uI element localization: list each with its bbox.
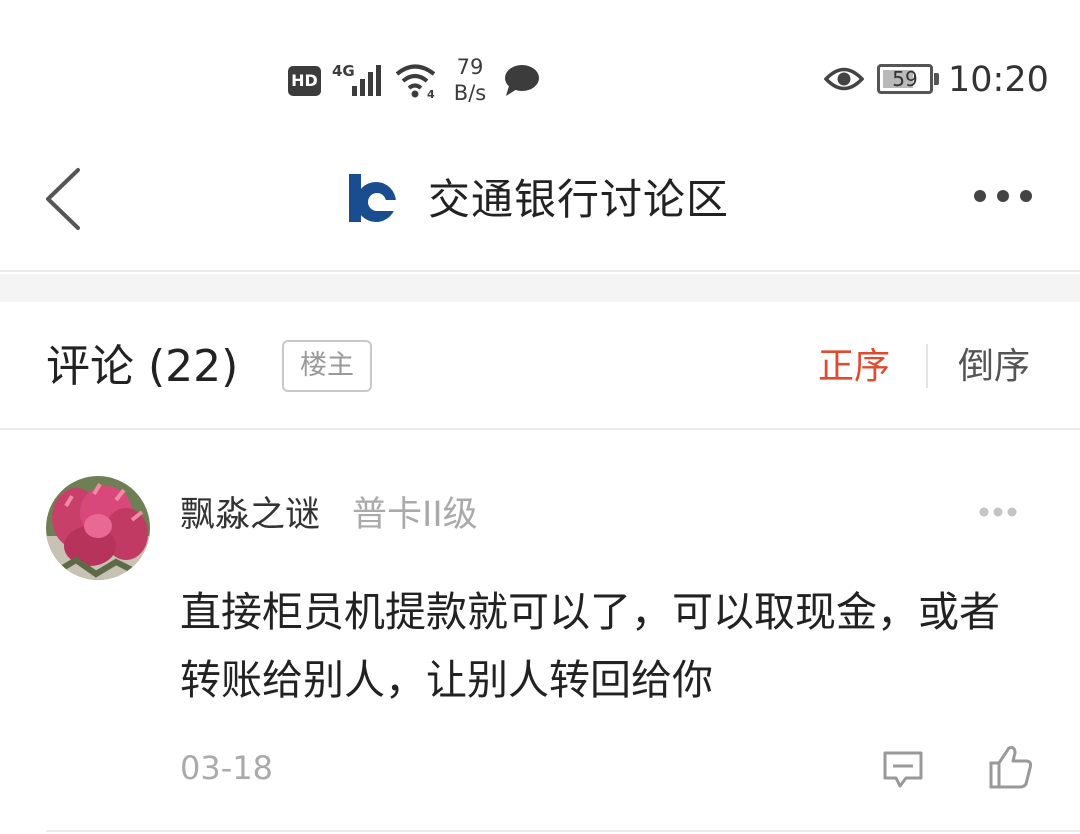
page-title: 交通银行讨论区: [428, 175, 730, 224]
comments-title: 评论 (22): [46, 341, 239, 392]
like-icon[interactable]: [988, 744, 1034, 790]
comment-date: 03-18: [180, 749, 273, 787]
comment-text: 直接柜员机提款就可以了，可以取现金，或者转账给别人，让别人转回给你: [180, 588, 1000, 704]
svg-text:4: 4: [427, 88, 435, 100]
nav-bar: 交通银行讨论区: [0, 140, 1080, 272]
status-bar: HD 4G 4 79 B/s 59 10:20: [0, 0, 1080, 140]
network-label: 4G: [332, 62, 355, 80]
comments-header: 评论 (22) 楼主 正序 倒序: [0, 302, 1080, 430]
battery-icon: 59: [877, 64, 939, 94]
section-divider: [0, 274, 1080, 302]
owner-filter-button[interactable]: 楼主: [282, 340, 372, 392]
user-level-badge: 普卡II级: [352, 495, 478, 535]
sort-descending-tab[interactable]: 倒序: [958, 340, 1030, 394]
wifi-icon: 4: [395, 64, 436, 100]
sort-ascending-tab[interactable]: 正序: [818, 340, 890, 394]
bank-logo-icon: [349, 174, 399, 222]
username[interactable]: 飘淼之谜: [180, 490, 320, 540]
chat-bubble-icon: [505, 65, 539, 96]
more-icon[interactable]: [970, 188, 1036, 204]
speed-value: 79: [456, 55, 484, 79]
network-speed: 79 B/s: [446, 54, 494, 106]
sort-separator: [926, 344, 928, 388]
clock: 10:20: [948, 60, 1049, 100]
signal-icon: 4G: [332, 62, 381, 96]
avatar[interactable]: [46, 476, 150, 580]
comment-item: 飘淼之谜 普卡II级 直接柜员机提款就可以了，可以取现金，或者转账给别人，让别人…: [0, 432, 1080, 834]
battery-percent: 59: [892, 67, 918, 91]
eye-icon: [824, 67, 864, 91]
speed-unit: B/s: [453, 81, 487, 105]
hd-icon: HD: [288, 66, 321, 96]
back-icon[interactable]: [40, 166, 86, 232]
comment-divider: [46, 830, 1080, 832]
reply-icon[interactable]: [882, 750, 924, 790]
more-dots-icon[interactable]: [978, 506, 1018, 518]
